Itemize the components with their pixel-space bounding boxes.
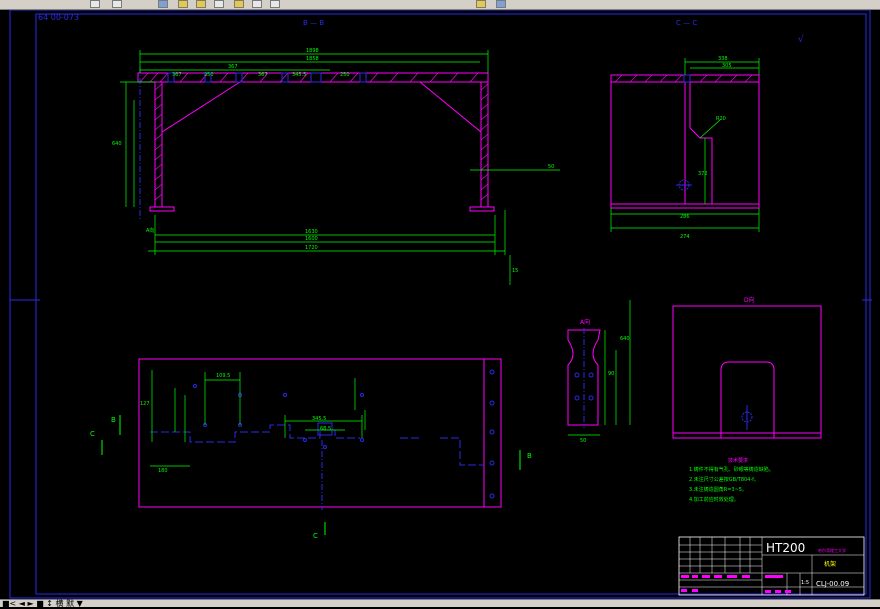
properties-icon[interactable]: [476, 0, 486, 8]
dim-305: 305: [722, 63, 732, 69]
status-bar: ■< ◄ ► ■ ↕ 横 默 ▼: [0, 599, 880, 608]
drawing-number: CLJ-00.09: [816, 580, 849, 588]
light-bulb-icon[interactable]: [178, 0, 188, 8]
svg-text:250: 250: [204, 72, 214, 78]
dim-127: 127: [140, 401, 150, 407]
dim-286: 286: [680, 214, 690, 220]
dim-274: 274: [680, 234, 690, 240]
view-a-title: A向: [580, 318, 590, 326]
material-text: HT200: [766, 541, 805, 555]
svg-text:A向: A向: [146, 227, 154, 234]
view-cc-title: C — C: [676, 19, 697, 27]
label-b-left: B: [111, 416, 116, 424]
dim-15: 15: [512, 268, 518, 274]
block-icon[interactable]: [252, 0, 262, 8]
toolbar: [0, 0, 880, 10]
view-a: A向 640 90 50: [567, 300, 631, 444]
dim-1898: 1898: [306, 48, 319, 54]
open-icon[interactable]: [90, 0, 100, 8]
layer-icon[interactable]: [158, 0, 168, 8]
lock-icon[interactable]: [214, 0, 224, 8]
match-icon[interactable]: [496, 0, 506, 8]
view-d: D向: [672, 296, 822, 439]
label-c-bottom: C: [313, 532, 318, 540]
svg-text:哈尔滨理工大学: 哈尔滨理工大学: [818, 547, 846, 553]
tech-notes: 技术要求 1.铸件不得有气孔、砂眼等铸造缺陷。 2.未注尺寸公差按GB/T804…: [689, 457, 774, 503]
view-plan: 109.5 345.5 68.5 127 180 B B C C: [90, 358, 532, 540]
surface-mark: √: [798, 34, 804, 45]
color-icon[interactable]: [234, 0, 244, 8]
label-b-right: B: [527, 452, 532, 460]
title-fragment: 64 00-073: [38, 13, 79, 22]
svg-text:372: 372: [698, 171, 708, 177]
svg-text:R20: R20: [716, 116, 726, 122]
save-icon[interactable]: [112, 0, 122, 8]
status-text: ■< ◄ ► ■ ↕ 横 默 ▼: [2, 599, 83, 608]
svg-text:640: 640: [620, 336, 630, 342]
dim-1720: 1720: [305, 245, 318, 251]
label-c-left: C: [90, 430, 95, 438]
svg-text:90: 90: [608, 371, 614, 377]
svg-text:250: 250: [340, 72, 350, 78]
svg-text:367: 367: [258, 72, 268, 78]
notes-line4: 4.加工前应时效处理。: [689, 496, 739, 503]
svg-text:345.5: 345.5: [292, 72, 306, 78]
dim-1858: 1858: [306, 56, 319, 62]
sun-icon[interactable]: [196, 0, 206, 8]
view-bb: B — B 1898 1858 367 640 1630 1600 1720 5…: [112, 19, 560, 285]
dim-1630: 1630: [305, 229, 318, 235]
dim-338: 338: [718, 56, 728, 62]
notes-title: 技术要求: [728, 457, 748, 464]
part-name: 机架: [824, 560, 836, 568]
title-block: HT200 哈尔滨理工大学 机架 CLJ-00.09 1:5: [678, 536, 865, 596]
dim-640: 640: [112, 141, 122, 147]
notes-line3: 3.未注铸造圆角R=3~5。: [689, 486, 747, 493]
linetype-icon[interactable]: [270, 0, 280, 8]
notes-line2: 2.未注尺寸公差按GB/T804-f。: [689, 476, 759, 483]
svg-text:367: 367: [172, 72, 182, 78]
svg-text:50: 50: [580, 438, 586, 444]
svg-text:109.5: 109.5: [216, 373, 230, 379]
notes-line1: 1.铸件不得有气孔、砂眼等铸造缺陷。: [689, 466, 774, 473]
svg-text:68.5: 68.5: [320, 426, 331, 432]
dim-1600: 1600: [305, 236, 318, 242]
view-cc: C — C 338 305 286 274 R20 372 √: [610, 19, 804, 240]
dim-345-5: 345.5: [312, 416, 326, 422]
dim-50: 50: [548, 164, 554, 170]
scale-text: 1:5: [801, 580, 809, 586]
dim-180: 180: [158, 468, 168, 474]
view-bb-title: B — B: [303, 19, 324, 27]
dim-367-top: 367: [228, 64, 238, 70]
drawing-canvas[interactable]: 64 00-073 B — B 1898 1858 367 640 1630 1…: [0, 9, 880, 600]
view-d-title: D向: [744, 296, 755, 304]
